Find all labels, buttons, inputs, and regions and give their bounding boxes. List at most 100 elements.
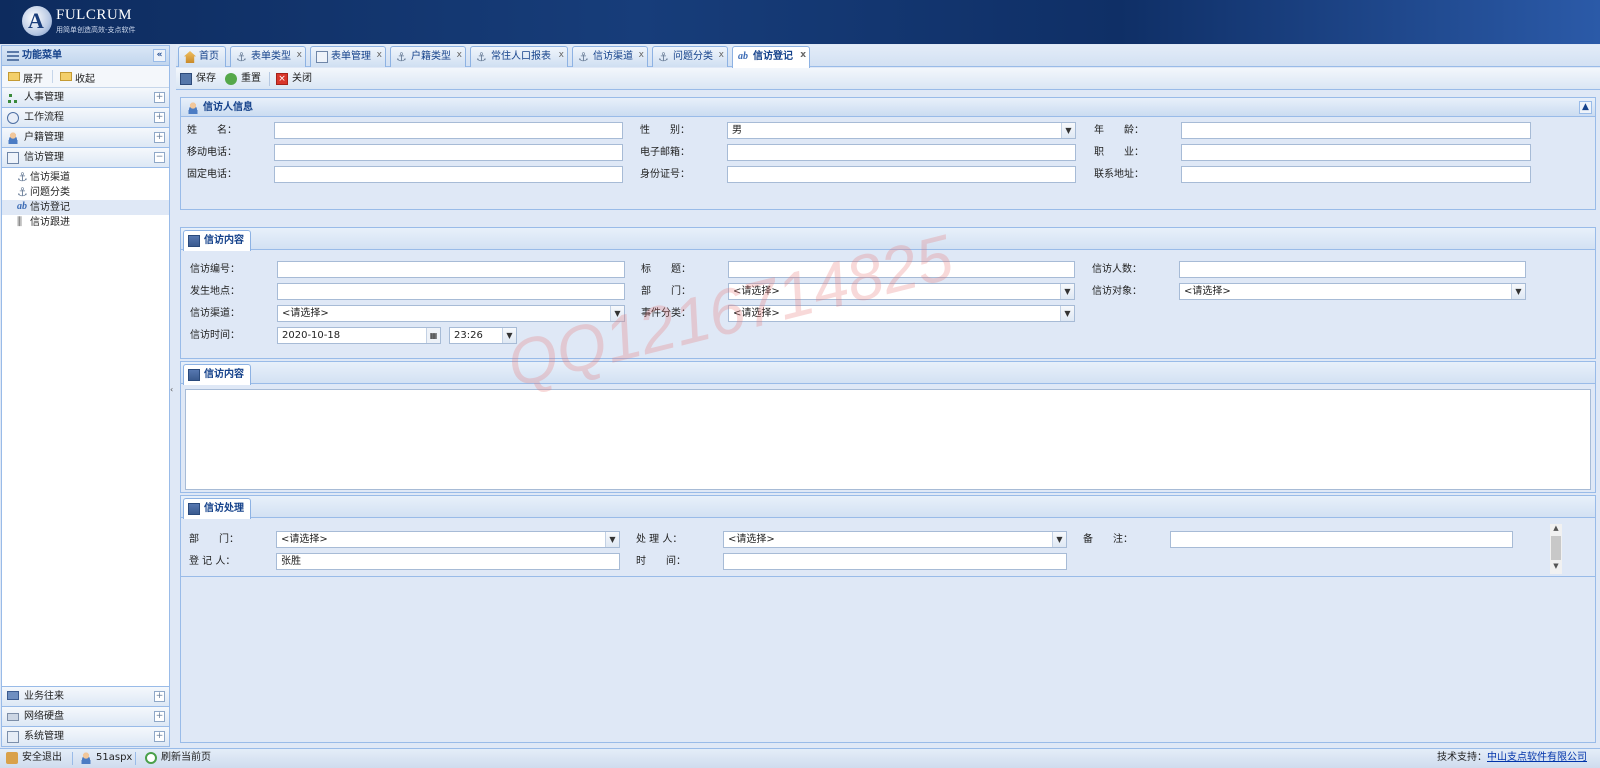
expand-all-button[interactable]: 展开 bbox=[8, 70, 43, 85]
phone-input[interactable] bbox=[274, 166, 623, 183]
chevron-down-icon[interactable]: ▼ bbox=[502, 328, 516, 343]
scroll-up-icon[interactable]: ▲ bbox=[1551, 524, 1561, 534]
gender-select[interactable]: 男 ▼ bbox=[727, 122, 1076, 139]
title-input[interactable] bbox=[728, 261, 1075, 278]
petition-content-textarea[interactable] bbox=[185, 389, 1591, 490]
chevron-down-icon[interactable]: ▼ bbox=[610, 306, 624, 321]
menu-netdisk[interactable]: 网络硬盘 + bbox=[2, 706, 169, 726]
chevron-down-icon[interactable]: ▼ bbox=[1060, 284, 1074, 299]
tree-item-register[interactable]: ab 信访登记 bbox=[2, 200, 169, 215]
mobile-input[interactable] bbox=[274, 144, 623, 161]
address-input[interactable] bbox=[1181, 166, 1531, 183]
reset-button[interactable]: 重置 bbox=[225, 72, 261, 86]
email-input[interactable] bbox=[727, 144, 1076, 161]
tree-item-channel[interactable]: ⚓ 信访渠道 bbox=[2, 170, 169, 185]
collapse-panel-button[interactable]: « bbox=[153, 49, 166, 62]
tree-item-category[interactable]: ⚓ 问题分类 bbox=[2, 185, 169, 200]
close-tab-icon[interactable]: x bbox=[559, 45, 564, 65]
name-input[interactable] bbox=[274, 122, 623, 139]
chevron-down-icon[interactable]: ▼ bbox=[1052, 532, 1066, 547]
registrar-input[interactable]: 张胜 bbox=[276, 553, 620, 570]
anchor-icon: ⚓ bbox=[658, 50, 669, 64]
handling-department-select[interactable]: <请选择> ▼ bbox=[276, 531, 620, 548]
tab-channel[interactable]: ⚓ 信访渠道 x bbox=[572, 46, 648, 67]
tab-label: 信访内容 bbox=[204, 369, 244, 380]
expand-plus-icon[interactable]: + bbox=[154, 711, 165, 722]
chevron-down-icon[interactable]: ▼ bbox=[605, 532, 619, 547]
collapse-all-button[interactable]: 收起 bbox=[60, 70, 95, 85]
channel-select[interactable]: <请选择> ▼ bbox=[277, 305, 625, 322]
expand-plus-icon[interactable]: + bbox=[154, 112, 165, 123]
scroll-down-icon[interactable]: ▼ bbox=[1551, 562, 1561, 572]
target-select[interactable]: <请选择> ▼ bbox=[1179, 283, 1526, 300]
department-select[interactable]: <请选择> ▼ bbox=[728, 283, 1075, 300]
tab-label: 问题分类 bbox=[673, 51, 713, 62]
close-tab-icon[interactable]: x bbox=[800, 45, 806, 65]
close-label: 关闭 bbox=[292, 73, 312, 84]
menu-petition[interactable]: 信访管理 − bbox=[2, 148, 169, 168]
time-select[interactable]: 23:26 ▼ bbox=[449, 327, 517, 344]
tab-home[interactable]: 首页 bbox=[178, 46, 226, 67]
expand-plus-icon[interactable]: + bbox=[154, 731, 165, 742]
collapse-label: 收起 bbox=[75, 74, 95, 85]
chevron-down-icon[interactable]: ▼ bbox=[1511, 284, 1525, 299]
tab-label: 信访渠道 bbox=[593, 51, 633, 62]
category-select[interactable]: <请选择> ▼ bbox=[728, 305, 1075, 322]
petition-no-label: 信访编号： bbox=[190, 264, 240, 275]
menu-business[interactable]: 业务往来 + bbox=[2, 686, 169, 706]
tab-petition-content[interactable]: 信访内容 bbox=[183, 364, 251, 385]
left-menu-panel: 功能菜单 « 展开 收起 人事管理 + 工作流程 + 户籍管理 + 信访管理 − ⚓ 信访… bbox=[1, 45, 170, 747]
tab-label: 表单管理 bbox=[331, 51, 371, 62]
save-button[interactable]: 保存 bbox=[180, 72, 216, 86]
tree-item-followup[interactable]: ⫼ 信访跟进 bbox=[2, 215, 169, 230]
anchor-icon: ⚓ bbox=[476, 50, 487, 64]
petition-time-label: 信访时间： bbox=[190, 330, 240, 341]
place-input[interactable] bbox=[277, 283, 625, 300]
refresh-icon bbox=[145, 752, 157, 764]
tab-category[interactable]: ⚓ 问题分类 x bbox=[652, 46, 728, 67]
tab-form-manage[interactable]: 表单管理 x bbox=[310, 46, 386, 67]
place-label: 发生地点： bbox=[190, 286, 240, 297]
scroll-thumb[interactable] bbox=[1551, 536, 1561, 560]
menu-household[interactable]: 户籍管理 + bbox=[2, 128, 169, 148]
tab-register[interactable]: ab 信访登记 x bbox=[732, 46, 810, 68]
date-input[interactable]: 2020-10-18 ▦ bbox=[277, 327, 441, 344]
expand-plus-icon[interactable]: + bbox=[154, 132, 165, 143]
petitioner-count-input[interactable] bbox=[1179, 261, 1526, 278]
support-link[interactable]: 中山支点软件有限公司 bbox=[1487, 752, 1587, 763]
tab-petition-details[interactable]: 信访内容 bbox=[183, 230, 251, 251]
collapse-minus-icon[interactable]: − bbox=[154, 152, 165, 163]
idcard-input[interactable] bbox=[727, 166, 1076, 183]
tab-form-type[interactable]: ⚓ 表单类型 x bbox=[230, 46, 306, 67]
section-collapse-button[interactable]: ▲ bbox=[1579, 101, 1592, 114]
expand-plus-icon[interactable]: + bbox=[154, 691, 165, 702]
close-tab-icon[interactable]: x bbox=[297, 45, 302, 65]
close-tab-icon[interactable]: x bbox=[457, 45, 462, 65]
calendar-icon[interactable]: ▦ bbox=[426, 328, 440, 343]
note-input[interactable] bbox=[1170, 531, 1513, 548]
menu-personnel[interactable]: 人事管理 + bbox=[2, 88, 169, 108]
chevron-down-icon[interactable]: ▼ bbox=[1061, 123, 1075, 138]
handling-scrollbar[interactable]: ▲ ▼ bbox=[1550, 524, 1562, 574]
job-input[interactable] bbox=[1181, 144, 1531, 161]
tab-label: 常住人口报表 bbox=[491, 51, 551, 62]
tab-petition-handling[interactable]: 信访处理 bbox=[183, 498, 251, 519]
menu-system[interactable]: 系统管理 + bbox=[2, 726, 169, 746]
menu-workflow[interactable]: 工作流程 + bbox=[2, 108, 169, 128]
refresh-button[interactable]: 刷新当前页 bbox=[145, 749, 211, 767]
expand-plus-icon[interactable]: + bbox=[154, 92, 165, 103]
close-tab-icon[interactable]: x bbox=[377, 45, 382, 65]
handling-time-input[interactable] bbox=[723, 553, 1067, 570]
status-bar: 安全退出 51aspx 刷新当前页 技术支持：中山支点软件有限公司 bbox=[0, 748, 1600, 768]
logout-button[interactable]: 安全退出 bbox=[6, 749, 62, 767]
close-tab-icon[interactable]: x bbox=[719, 45, 724, 65]
close-tab-icon[interactable]: x bbox=[639, 45, 644, 65]
age-input[interactable] bbox=[1181, 122, 1531, 139]
petition-no-input[interactable] bbox=[277, 261, 625, 278]
close-button[interactable]: × 关闭 bbox=[276, 72, 312, 86]
tab-population-report[interactable]: ⚓ 常住人口报表 x bbox=[470, 46, 568, 67]
petition-details-section: 信访内容 信访编号： 标 题： 信访人数： 发生地点： 部 门： <请选择> ▼ … bbox=[180, 227, 1596, 359]
tab-household-type[interactable]: ⚓ 户籍类型 x bbox=[390, 46, 466, 67]
chevron-down-icon[interactable]: ▼ bbox=[1060, 306, 1074, 321]
handler-select[interactable]: <请选择> ▼ bbox=[723, 531, 1067, 548]
